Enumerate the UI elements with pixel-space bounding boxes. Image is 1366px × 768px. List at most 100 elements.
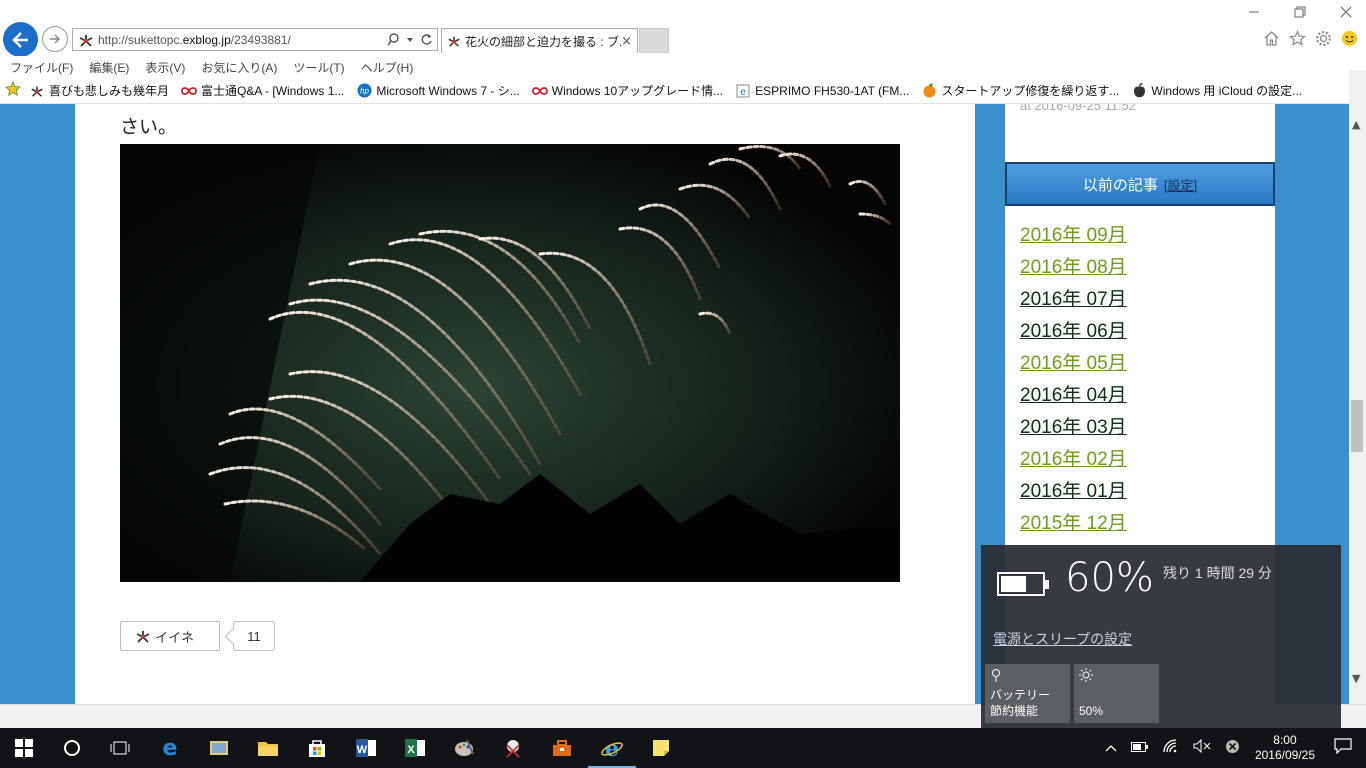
internet-explorer-button[interactable]: e bbox=[588, 728, 636, 768]
forward-button[interactable] bbox=[42, 26, 68, 52]
favorite-link[interactable]: Windows 10アップグレード情... bbox=[531, 82, 723, 99]
favorite-link[interactable]: e ESPRIMO FH530-1AT (FM... bbox=[735, 83, 909, 99]
action-center-icon[interactable] bbox=[1334, 738, 1352, 758]
show-hidden-icons-icon[interactable] bbox=[1105, 741, 1117, 756]
cortana-button[interactable] bbox=[48, 728, 96, 768]
like-label: イイネ bbox=[155, 629, 195, 645]
volume-muted-icon[interactable] bbox=[1193, 738, 1211, 757]
brightness-tile[interactable]: 50% bbox=[1074, 664, 1159, 723]
menu-file[interactable]: ファイル(F) bbox=[10, 59, 73, 76]
menu-bar: ファイル(F) 編集(E) 表示(V) お気に入り(A) ツール(T) ヘルプ(… bbox=[0, 56, 1366, 78]
scroll-thumb[interactable] bbox=[1351, 400, 1363, 452]
menu-tools[interactable]: ツール(T) bbox=[293, 59, 344, 76]
store-bag-icon bbox=[309, 740, 325, 757]
paint-button[interactable] bbox=[440, 728, 488, 768]
archive-link[interactable]: 2016年 01月 bbox=[1020, 478, 1127, 510]
task-view-button[interactable] bbox=[96, 728, 144, 768]
battery-saver-tile[interactable]: バッテリー 節約機能 bbox=[985, 664, 1070, 723]
favorite-link[interactable]: 喜びも悲しみも幾年月 bbox=[29, 82, 169, 99]
snipping-tool-button[interactable] bbox=[489, 728, 537, 768]
dropdown-arrow-icon[interactable] bbox=[406, 36, 414, 44]
archive-link[interactable]: 2016年 03月 bbox=[1020, 414, 1127, 446]
windows-logo-icon bbox=[15, 739, 33, 757]
fireworks-photo[interactable] bbox=[120, 144, 900, 582]
archive-link[interactable]: 2015年 12月 bbox=[1020, 510, 1127, 542]
clock-date: 2016/09/25 bbox=[1254, 748, 1315, 762]
archive-link[interactable]: 2016年 09月 bbox=[1020, 222, 1127, 254]
address-bar[interactable]: http://sukettopc.exblog.jp/23493881/ bbox=[72, 28, 438, 51]
back-button[interactable] bbox=[3, 22, 38, 57]
cortana-circle-icon bbox=[64, 740, 80, 756]
app-taskbar-button[interactable] bbox=[195, 728, 243, 768]
start-button[interactable] bbox=[0, 728, 48, 768]
smiley-feedback-icon[interactable] bbox=[1341, 30, 1358, 47]
toolbox-app-button[interactable] bbox=[538, 728, 586, 768]
new-tab-button[interactable] bbox=[639, 28, 669, 53]
word-icon: W bbox=[356, 739, 376, 757]
internet-explorer-icon: e bbox=[601, 737, 623, 759]
toolbox-icon bbox=[553, 740, 571, 756]
battery-percent: 60% bbox=[1065, 555, 1154, 601]
svg-text:e: e bbox=[740, 87, 746, 98]
store-button[interactable] bbox=[293, 728, 341, 768]
excel-button[interactable]: X bbox=[391, 728, 439, 768]
paint-palette-icon bbox=[455, 739, 474, 756]
sticky-notes-button[interactable] bbox=[637, 728, 685, 768]
archive-link[interactable]: 2016年 07月 bbox=[1020, 286, 1127, 318]
like-count: 11 bbox=[233, 621, 275, 651]
battery-icon bbox=[997, 572, 1049, 596]
close-icon[interactable] bbox=[1340, 6, 1352, 18]
menu-view[interactable]: 表示(V) bbox=[145, 59, 185, 76]
favorites-star-icon[interactable] bbox=[1289, 30, 1306, 47]
home-icon[interactable] bbox=[1263, 30, 1280, 47]
favorite-link[interactable]: スタートアップ修復を繰り返す... bbox=[921, 82, 1119, 99]
settings-gear-icon[interactable] bbox=[1315, 30, 1332, 47]
edge-icon: e bbox=[163, 737, 178, 759]
system-tray: 8:00 2016/09/25 bbox=[1098, 728, 1366, 768]
favorite-link[interactable]: hp Microsoft Windows 7 - シ... bbox=[356, 82, 520, 99]
minimize-icon[interactable] bbox=[1248, 6, 1260, 18]
wifi-icon[interactable] bbox=[1163, 739, 1179, 757]
clock[interactable]: 8:00 2016/09/25 bbox=[1255, 733, 1315, 763]
tab-current[interactable]: 花火の細部と迫力を撮る : ブ... × bbox=[441, 28, 638, 53]
archive-link[interactable]: 2016年 05月 bbox=[1020, 350, 1127, 382]
forward-arrow-icon bbox=[50, 34, 61, 44]
word-button[interactable]: W bbox=[342, 728, 390, 768]
restore-icon[interactable] bbox=[1294, 6, 1306, 18]
file-explorer-button[interactable] bbox=[244, 728, 292, 768]
menu-edit[interactable]: 編集(E) bbox=[89, 59, 129, 76]
archive-header: 以前の記事 [設定] bbox=[1005, 162, 1275, 206]
photo-viewer-icon bbox=[210, 741, 228, 755]
scroll-up-icon[interactable]: ▲ bbox=[1352, 118, 1360, 131]
archive-list: 2016年 09月 2016年 08月 2016年 07月 2016年 06月 2016… bbox=[1020, 222, 1127, 542]
archive-link[interactable]: 2016年 02月 bbox=[1020, 446, 1127, 478]
fujitsu-infinity-icon bbox=[531, 83, 548, 99]
menu-help[interactable]: ヘルプ(H) bbox=[361, 59, 414, 76]
tab-close-icon[interactable]: × bbox=[621, 34, 632, 49]
archive-settings-link[interactable]: [設定] bbox=[1164, 175, 1197, 194]
power-sleep-settings-link[interactable]: 電源とスリープの設定 bbox=[993, 629, 1132, 649]
apple-icon bbox=[1131, 83, 1147, 99]
like-button[interactable]: イイネ bbox=[120, 621, 220, 651]
battery-saver-icon bbox=[990, 668, 1002, 686]
refresh-icon[interactable] bbox=[420, 33, 433, 46]
edge-taskbar-button[interactable]: e bbox=[146, 728, 194, 768]
sticky-note-icon bbox=[653, 740, 669, 756]
vertical-scrollbar[interactable]: ▲ ▼ bbox=[1349, 70, 1366, 704]
archive-link[interactable]: 2016年 08月 bbox=[1020, 254, 1127, 286]
favorite-link[interactable]: Windows 用 iCloud の設定... bbox=[1131, 82, 1302, 99]
favorite-link[interactable]: 富士通Q&A - [Windows 1... bbox=[181, 82, 344, 99]
battery-flyout: 60% 残り 1 時間 29 分 電源とスリープの設定 バッテリー 節約機能 50… bbox=[981, 545, 1341, 728]
url-text: http://sukettopc.exblog.jp/23493881/ bbox=[98, 32, 291, 47]
search-icon[interactable] bbox=[387, 33, 400, 46]
archive-link[interactable]: 2016年 06月 bbox=[1020, 318, 1127, 350]
scroll-down-icon[interactable]: ▼ bbox=[1352, 672, 1360, 685]
notification-blocked-icon[interactable] bbox=[1225, 739, 1240, 758]
back-arrow-icon bbox=[11, 31, 28, 48]
menu-favorites[interactable]: お気に入り(A) bbox=[201, 59, 277, 76]
add-favorites-star-icon[interactable] bbox=[5, 80, 21, 101]
svg-text:X: X bbox=[407, 744, 415, 756]
archive-link[interactable]: 2016年 04月 bbox=[1020, 382, 1127, 414]
battery-tray-icon[interactable] bbox=[1130, 741, 1149, 756]
battery-remaining: 残り 1 時間 29 分 bbox=[1163, 565, 1272, 581]
